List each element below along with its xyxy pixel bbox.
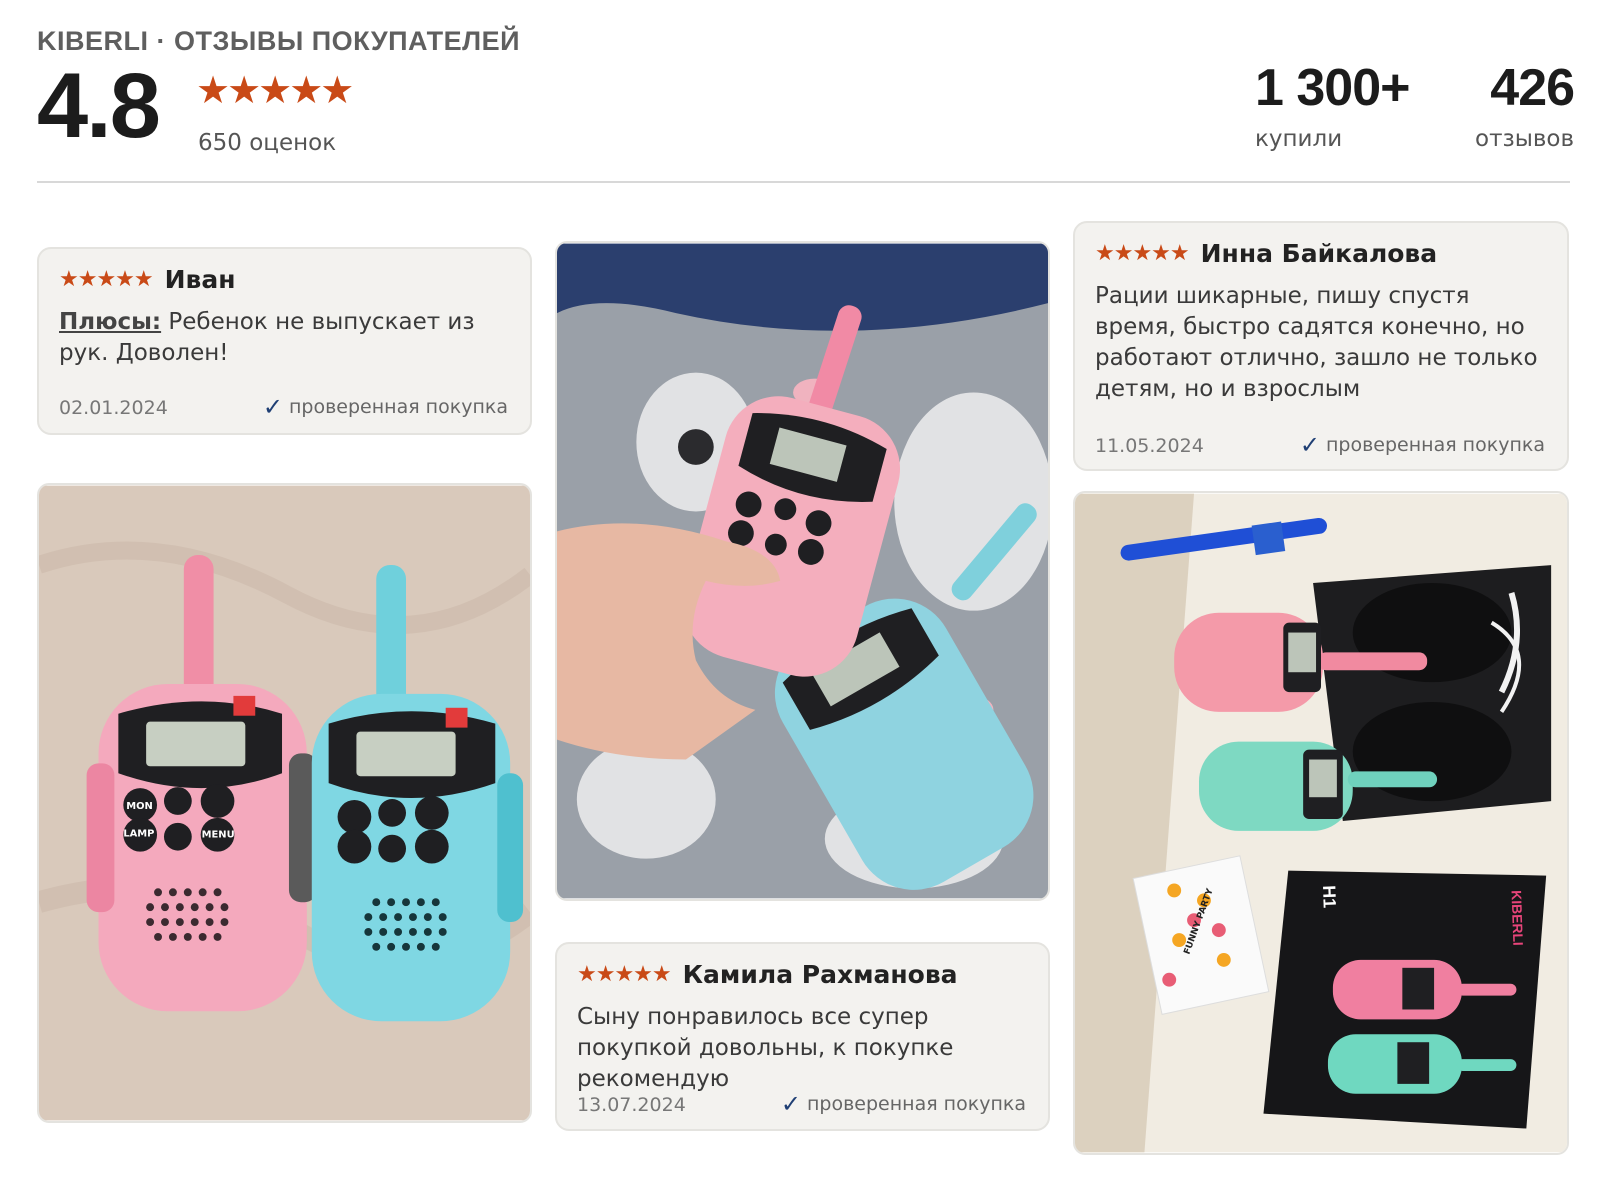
verified-label: проверенная покупка [806, 1093, 1026, 1115]
bought-label: купили [1255, 126, 1343, 152]
review-author[interactable]: Иван [165, 265, 236, 294]
review-card-ivan[interactable]: ★★★★★ Иван Плюсы: Ребенок не выпускает и… [37, 247, 532, 435]
stat-bought: 1 300+ купили [1255, 62, 1410, 152]
rating-stars: ★★★★★ [196, 68, 354, 112]
review-body: Сыну понравилось все супер покупкой дово… [577, 1004, 954, 1092]
header-divider [37, 181, 1570, 183]
reviews-value: 426 [1490, 59, 1575, 117]
brand-title: KIBERLI · ОТЗЫВЫ ПОКУПАТЕЛЕЙ [37, 26, 521, 56]
bought-value: 1 300+ [1255, 59, 1410, 117]
review-date: 13.07.2024 [577, 1094, 686, 1116]
check-icon: ✓ [780, 1090, 801, 1118]
photo-package-image: FUNNY PARTY KIBERLI H1 [1075, 493, 1567, 1153]
review-date: 02.01.2024 [59, 397, 168, 419]
stat-reviews: 426 отзывов [1475, 59, 1575, 152]
review-header: ★★★★★ Иван [59, 265, 236, 294]
photo-walkie-talkies-image: MON LAMP MENU [39, 485, 530, 1121]
reviews-label: отзывов [1475, 126, 1575, 152]
ratings-count: 650 оценок [198, 130, 337, 156]
review-date: 11.05.2024 [1095, 435, 1204, 457]
verified-label: проверенная покупка [288, 396, 508, 418]
box-model: H1 [1319, 885, 1340, 909]
photo-hand-held-image [557, 243, 1048, 899]
review-card-kamila[interactable]: ★★★★★ Камила Рахманова Сыну понравилось … [555, 942, 1050, 1131]
review-photo-walkie-talkies[interactable]: MON LAMP MENU [37, 483, 532, 1123]
review-stars: ★★★★★ [1095, 241, 1190, 266]
pros-label: Плюсы: [59, 309, 162, 335]
review-author[interactable]: Камила Рахманова [683, 960, 958, 989]
verified-badge: ✓ проверенная покупка [781, 1090, 1026, 1118]
check-icon: ✓ [262, 393, 283, 421]
review-photo-package[interactable]: FUNNY PARTY KIBERLI H1 [1073, 491, 1569, 1155]
box-brand: KIBERLI [1508, 890, 1526, 946]
review-photo-hand-held[interactable] [555, 241, 1050, 901]
review-text: Плюсы: Ребенок не выпускает из рук. Дово… [59, 307, 512, 369]
btn-lamp-label: LAMP [123, 829, 154, 840]
review-card-inna[interactable]: ★★★★★ Инна Байкалова Рации шикарные, пиш… [1073, 221, 1569, 471]
average-rating: 4.8 [37, 55, 161, 157]
review-header: ★★★★★ Инна Байкалова [1095, 239, 1437, 268]
review-stars: ★★★★★ [577, 962, 672, 987]
verified-badge: ✓ проверенная покупка [263, 393, 508, 421]
btn-mon-label: MON [126, 801, 153, 812]
review-header: ★★★★★ Камила Рахманова [577, 960, 958, 989]
review-body: Рации шикарные, пишу спустя время, быстр… [1095, 283, 1538, 402]
review-stars: ★★★★★ [59, 267, 154, 292]
review-author[interactable]: Инна Байкалова [1201, 239, 1438, 268]
btn-menu-label: MENU [202, 830, 235, 841]
verified-label: проверенная покупка [1325, 434, 1545, 456]
verified-badge: ✓ проверенная покупка [1300, 431, 1545, 459]
check-icon: ✓ [1299, 431, 1320, 459]
